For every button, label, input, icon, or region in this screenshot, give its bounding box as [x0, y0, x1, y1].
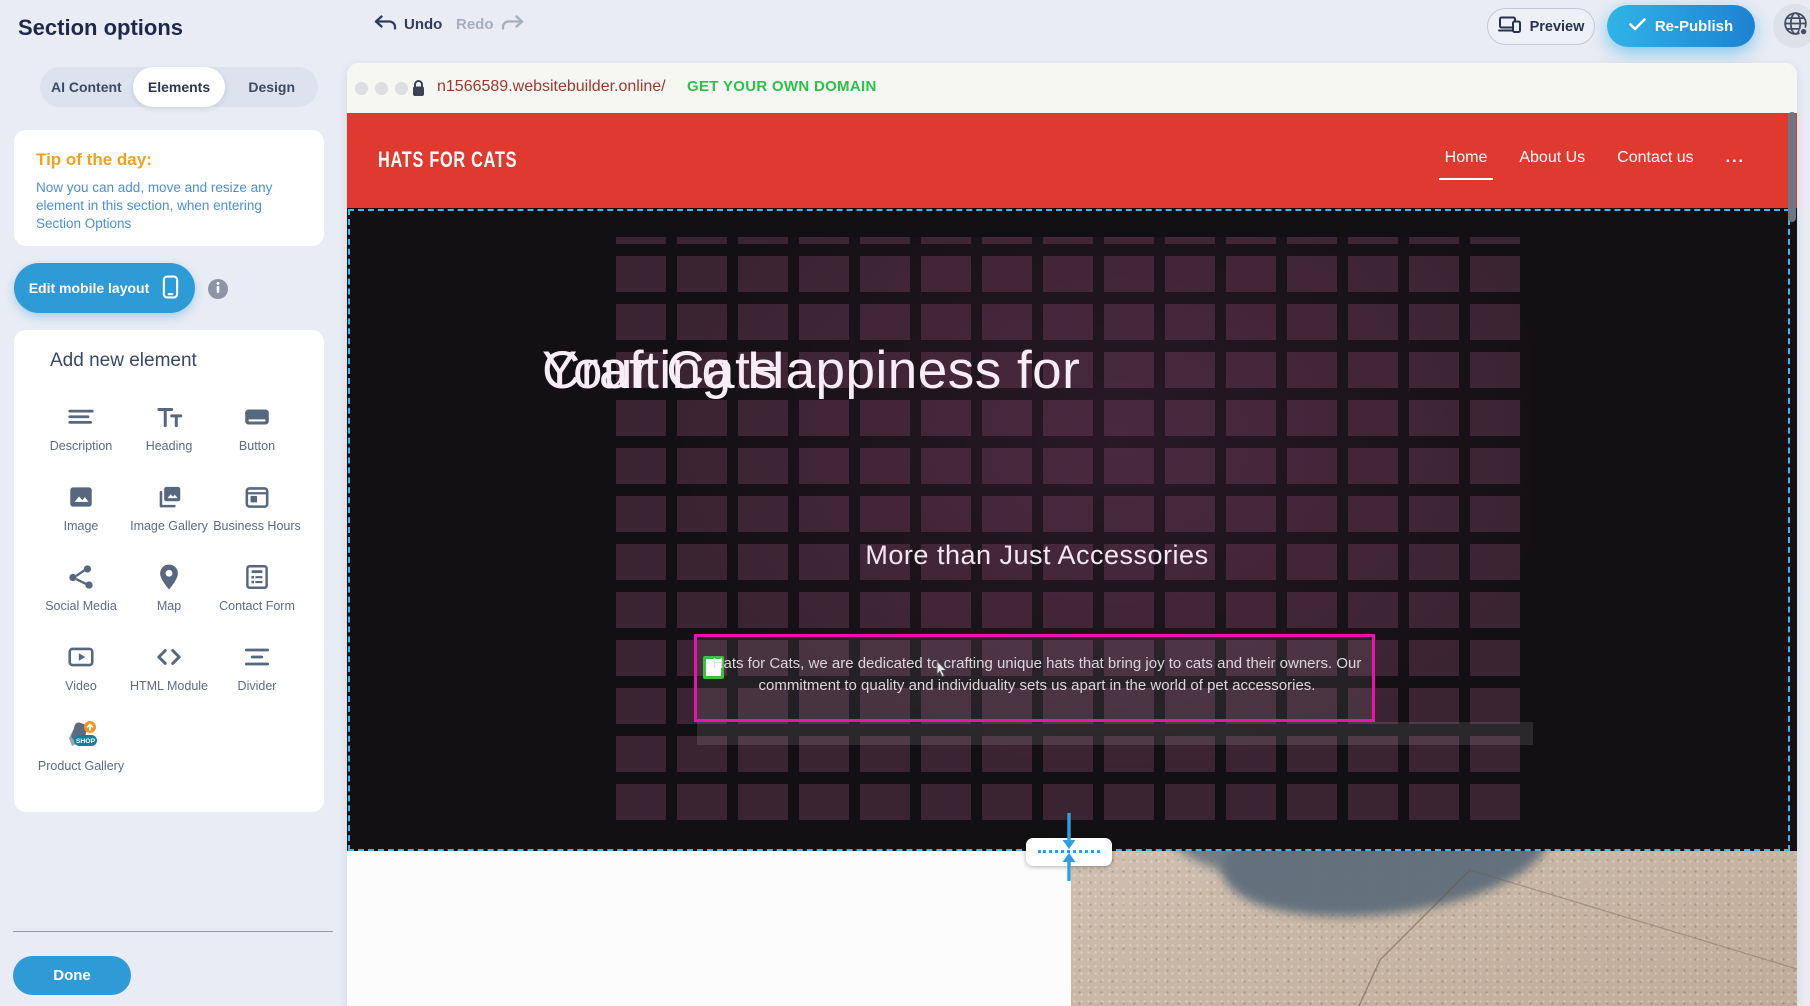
nav-contact-us[interactable]: Contact us [1617, 149, 1693, 167]
element-label: Image Gallery [130, 519, 208, 533]
text-lines-icon [66, 401, 96, 433]
description-element-selected[interactable]: Hats for Cats, we are dedicated to craft… [694, 634, 1375, 722]
share-icon [66, 561, 96, 593]
tab-ai-content[interactable]: AI Content [40, 67, 133, 107]
element-label: Contact Form [219, 599, 295, 613]
hero-subheading[interactable]: More than Just Accessories [542, 540, 1532, 571]
section-resize-handle[interactable] [1026, 838, 1112, 866]
element-contact-form[interactable]: Contact Form [213, 555, 301, 635]
redo-label: Redo [456, 16, 494, 33]
image-gallery-icon [154, 481, 184, 513]
element-label: Image [64, 519, 99, 533]
next-section[interactable] [347, 851, 1797, 1006]
add-element-title: Add new element [50, 350, 197, 372]
preview-label: Preview [1530, 19, 1585, 35]
element-label: Business Hours [213, 519, 301, 533]
element-business-hours[interactable]: Business Hours [213, 475, 301, 555]
hero-heading-line2: Your Cats [542, 330, 777, 411]
tab-elements[interactable]: Elements [133, 67, 226, 107]
check-icon [1629, 18, 1646, 35]
preview-button[interactable]: Preview [1487, 8, 1595, 45]
panel-divider [13, 931, 333, 932]
svg-text:SHOP: SHOP [76, 738, 96, 745]
nav-home[interactable]: Home [1445, 149, 1488, 167]
element-label: Product Gallery [38, 759, 124, 773]
undo-icon [373, 15, 397, 34]
site-preview-window: n1566589.websitebuilder.online/ GET YOUR… [347, 63, 1797, 1006]
tip-body: Now you can add, move and resize any ele… [36, 179, 302, 233]
redo-icon [501, 15, 525, 34]
undo-label: Undo [404, 16, 442, 33]
info-icon [216, 280, 220, 298]
browser-chrome-bar: n1566589.websitebuilder.online/ GET YOUR… [347, 63, 1797, 113]
element-label: Map [157, 599, 181, 613]
element-product-gallery[interactable]: SHOP Product Gallery [37, 715, 125, 795]
preview-scrollbar[interactable] [1788, 112, 1796, 222]
product-gallery-icon: SHOP [61, 721, 101, 753]
republish-label: Re-Publish [1655, 18, 1733, 35]
calendar-icon [242, 481, 272, 513]
image-icon [66, 481, 96, 513]
element-grid: Description Heading Button Image Image G… [37, 395, 301, 795]
done-button[interactable]: Done [13, 956, 131, 995]
element-divider[interactable]: Divider [213, 635, 301, 715]
panel-tabbar: AI Content Elements Design [40, 67, 318, 107]
tiled-floor-photo [1071, 851, 1797, 1006]
add-element-card: Add new element Description Heading Butt… [14, 330, 324, 812]
element-map[interactable]: Map [125, 555, 213, 635]
language-globe-button[interactable] [1773, 4, 1810, 48]
element-label: Social Media [45, 599, 117, 613]
drop-target-highlight [697, 722, 1533, 745]
page-title: Section options [18, 15, 183, 41]
site-nav: Home About Us Contact us ... [1445, 149, 1745, 167]
window-dot-icon [375, 82, 388, 95]
code-icon [154, 641, 184, 673]
element-html-module[interactable]: HTML Module [125, 635, 213, 715]
site-logo[interactable]: HATS FOR CATS [378, 147, 517, 173]
heading-icon [154, 401, 184, 433]
devices-icon [1498, 16, 1522, 37]
video-icon [66, 641, 96, 673]
window-dot-icon [395, 82, 408, 95]
hero-description: Hats for Cats, we are dedicated to craft… [707, 653, 1367, 696]
tip-heading: Tip of the day: [36, 150, 302, 170]
element-image[interactable]: Image [37, 475, 125, 555]
undo-button[interactable]: Undo [373, 15, 442, 34]
nav-more-menu[interactable]: ... [1726, 149, 1745, 167]
element-label: Divider [238, 679, 277, 693]
element-label: Heading [146, 439, 193, 453]
element-video[interactable]: Video [37, 635, 125, 715]
phone-icon [161, 274, 180, 303]
element-label: Description [50, 439, 113, 453]
info-button[interactable] [208, 279, 228, 299]
redo-button[interactable]: Redo [456, 15, 525, 34]
window-dot-icon [355, 82, 368, 95]
element-label: HTML Module [130, 679, 208, 693]
get-your-own-domain-link[interactable]: GET YOUR OWN DOMAIN [687, 78, 877, 95]
nav-about-us[interactable]: About Us [1519, 149, 1585, 167]
form-icon [242, 561, 272, 593]
globe-icon [1782, 10, 1809, 42]
element-heading[interactable]: Heading [125, 395, 213, 475]
hero-section[interactable]: Crafting Happiness for Your Cats More th… [347, 208, 1797, 851]
map-pin-icon [154, 561, 184, 593]
element-description[interactable]: Description [37, 395, 125, 475]
tab-design[interactable]: Design [225, 67, 318, 107]
element-social-media[interactable]: Social Media [37, 555, 125, 635]
edit-mobile-layout-button[interactable]: Edit mobile layout [14, 263, 195, 313]
resize-grip-dots [1038, 850, 1100, 853]
element-label: Video [65, 679, 97, 693]
element-button[interactable]: Button [213, 395, 301, 475]
tile-seams [1071, 851, 1797, 1006]
element-image-gallery[interactable]: Image Gallery [125, 475, 213, 555]
divider-icon [242, 641, 272, 673]
button-icon [242, 401, 272, 433]
edit-mobile-label: Edit mobile layout [29, 280, 150, 296]
site-header: HATS FOR CATS Home About Us Contact us .… [347, 113, 1797, 208]
element-label: Button [239, 439, 275, 453]
republish-button[interactable]: Re-Publish [1607, 5, 1755, 47]
site-url: n1566589.websitebuilder.online/ [437, 78, 666, 96]
tip-of-the-day-card: Tip of the day: Now you can add, move an… [14, 130, 324, 246]
